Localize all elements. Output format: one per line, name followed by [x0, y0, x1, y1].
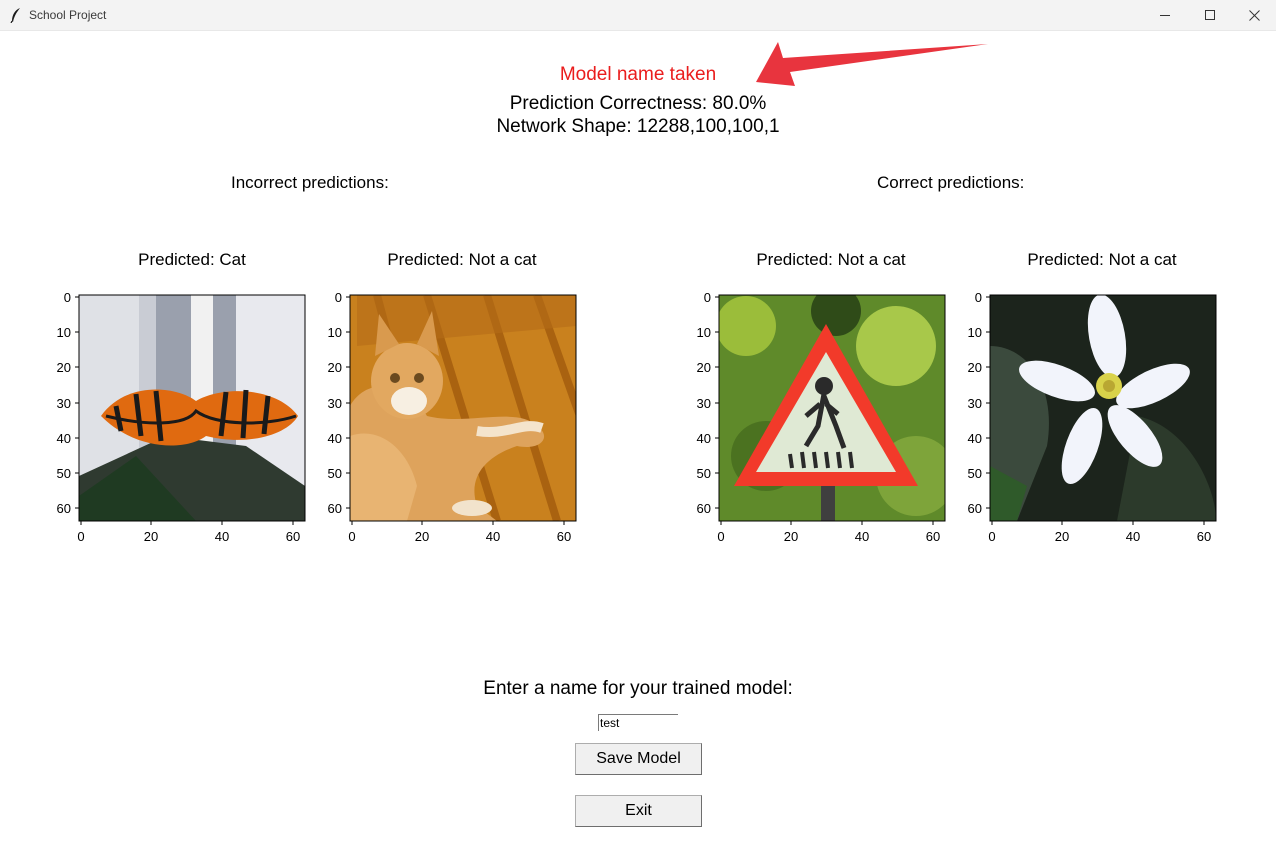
flower-image: [990, 295, 1216, 521]
x-tick: 20: [1055, 529, 1069, 544]
y-tick: 10: [328, 325, 342, 340]
plot-3-x-axis: 0 20 40 60: [717, 521, 940, 544]
plot-title-1: Predicted: Cat: [138, 250, 246, 269]
x-tick: 20: [415, 529, 429, 544]
status-message: Model name taken: [559, 64, 717, 85]
save-model-button[interactable]: Save Model: [575, 743, 702, 775]
y-tick: 20: [328, 360, 342, 375]
y-tick: 30: [328, 396, 342, 411]
plot-title-2: Predicted: Not a cat: [387, 250, 537, 269]
x-tick: 40: [486, 529, 500, 544]
y-tick: 40: [968, 431, 982, 446]
y-tick: 30: [968, 396, 982, 411]
x-tick: 60: [286, 529, 300, 544]
feather-icon: [10, 8, 20, 23]
plot-1-axes: 0 10 20 30 40 50 60 0 20 40 60: [57, 290, 306, 544]
minimize-icon: [1160, 15, 1170, 16]
plot-cat: 0 10 20 30 40 50 60 0 20 40 60: [317, 286, 577, 546]
x-tick: 40: [215, 529, 229, 544]
y-tick: 10: [697, 325, 711, 340]
y-tick: 10: [968, 325, 982, 340]
y-tick: 20: [697, 360, 711, 375]
y-tick: 60: [968, 501, 982, 516]
y-tick: 0: [64, 290, 71, 305]
x-tick: 40: [855, 529, 869, 544]
y-tick: 30: [57, 396, 71, 411]
y-tick: 50: [57, 466, 71, 481]
y-tick: 50: [697, 466, 711, 481]
correct-predictions-label: Correct predictions:: [877, 173, 1025, 192]
cat-image: [350, 295, 576, 521]
prediction-correctness: Prediction Correctness: 80.0%: [509, 93, 767, 114]
y-tick: 40: [328, 431, 342, 446]
x-tick: 40: [1126, 529, 1140, 544]
exit-button[interactable]: Exit: [575, 795, 702, 827]
window-titlebar: School Project: [0, 0, 1276, 31]
arrow-annotation: [756, 42, 988, 86]
butterfly-image: [79, 295, 305, 521]
x-tick: 0: [988, 529, 995, 544]
y-tick: 20: [968, 360, 982, 375]
y-tick: 50: [968, 466, 982, 481]
x-tick: 0: [348, 529, 355, 544]
plot-1-x-axis: 0 20 40 60: [77, 521, 300, 544]
minimize-button[interactable]: [1142, 0, 1188, 30]
y-tick: 40: [697, 431, 711, 446]
warning-sign-image: [719, 295, 945, 521]
y-tick: 0: [335, 290, 342, 305]
plot-flower: 0 10 20 30 40 50 60 0 20 40 60: [957, 286, 1217, 546]
plot-title-3: Predicted: Not a cat: [756, 250, 906, 269]
model-name-prompt: Enter a name for your trained model:: [483, 678, 793, 699]
x-tick: 60: [1197, 529, 1211, 544]
y-tick: 60: [697, 501, 711, 516]
incorrect-predictions-label: Incorrect predictions:: [231, 173, 389, 192]
network-shape: Network Shape: 12288,100,100,1: [496, 116, 780, 137]
plot-2-y-axis: 0 10 20 30 40 50 60: [328, 290, 350, 516]
plot-butterfly: 0 10 20 30 40 50 60 0 20 40 60: [46, 286, 306, 546]
plot-2-axes: 0 10 20 30 40 50 60 0 20 40 60: [328, 290, 577, 544]
y-tick: 60: [57, 501, 71, 516]
y-tick: 0: [975, 290, 982, 305]
plot-3-y-axis: 0 10 20 30 40 50 60: [697, 290, 719, 516]
y-tick: 50: [328, 466, 342, 481]
close-icon: [1248, 9, 1260, 21]
plot-4-axes: 0 10 20 30 40 50 60 0 20 40 60: [968, 290, 1217, 544]
x-tick: 60: [926, 529, 940, 544]
plot-warning-sign: 0 10 20 30 40 50 60 0 20 40 60: [686, 286, 946, 546]
x-tick: 0: [77, 529, 84, 544]
close-button[interactable]: [1232, 0, 1276, 30]
x-tick: 20: [784, 529, 798, 544]
y-tick: 20: [57, 360, 71, 375]
x-tick: 20: [144, 529, 158, 544]
plot-4-y-axis: 0 10 20 30 40 50 60: [968, 290, 990, 516]
model-name-input[interactable]: [598, 714, 678, 731]
y-tick: 30: [697, 396, 711, 411]
y-tick: 60: [328, 501, 342, 516]
plot-3-axes: 0 10 20 30 40 50 60 0 20 40 60: [697, 290, 946, 544]
plot-title-4: Predicted: Not a cat: [1027, 250, 1177, 269]
window-title: School Project: [29, 8, 107, 22]
x-tick: 0: [717, 529, 724, 544]
y-tick: 10: [57, 325, 71, 340]
plot-2-x-axis: 0 20 40 60: [348, 521, 571, 544]
y-tick: 0: [704, 290, 711, 305]
plot-4-x-axis: 0 20 40 60: [988, 521, 1211, 544]
plot-1-y-axis: 0 10 20 30 40 50 60: [57, 290, 79, 516]
y-tick: 40: [57, 431, 71, 446]
maximize-icon[interactable]: [1205, 10, 1215, 20]
x-tick: 60: [557, 529, 571, 544]
